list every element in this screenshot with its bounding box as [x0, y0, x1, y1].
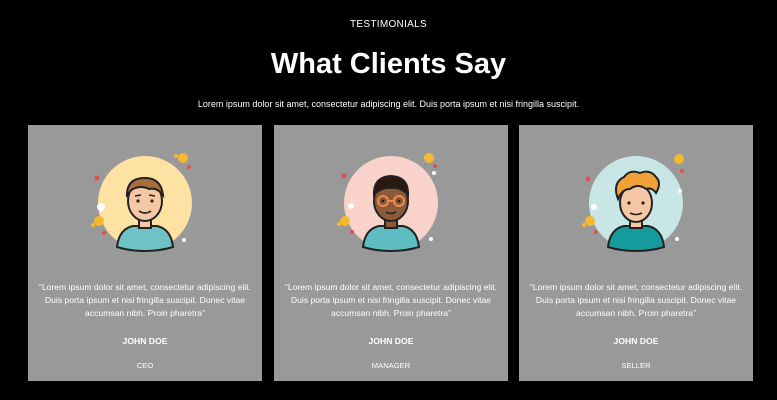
testimonial-name: JOHN DOE: [368, 336, 414, 346]
testimonial-card: “Lorem ipsum dolor sit amet, consectetur…: [28, 125, 262, 381]
testimonial-role: SELLER: [621, 361, 651, 370]
testimonial-card: “Lorem ipsum dolor sit amet, consectetur…: [274, 125, 508, 381]
testimonial-name: JOHN DOE: [613, 336, 659, 346]
testimonial-name: JOHN DOE: [122, 336, 168, 346]
section-eyebrow: TESTIMONIALS: [350, 19, 427, 30]
testimonials-section: TESTIMONIALS What Clients Say Lorem ipsu…: [0, 0, 777, 400]
man-orange-hair-avatar-icon: [576, 143, 696, 263]
testimonial-role: CEO: [136, 361, 154, 370]
section-subtitle: Lorem ipsum dolor sit amet, consectetur …: [197, 99, 580, 109]
testimonial-quote: “Lorem ipsum dolor sit amet, consectetur…: [529, 282, 743, 318]
testimonial-role: MANAGER: [371, 361, 411, 370]
testimonial-card: “Lorem ipsum dolor sit amet, consectetur…: [519, 125, 753, 381]
testimonial-quote: “Lorem ipsum dolor sit amet, consectetur…: [284, 282, 498, 318]
section-title: What Clients Say: [270, 48, 507, 80]
man-brown-hair-avatar-icon: [85, 143, 205, 263]
man-glasses-avatar-icon: [331, 143, 451, 263]
testimonial-quote: “Lorem ipsum dolor sit amet, consectetur…: [38, 282, 252, 318]
testimonial-cards: “Lorem ipsum dolor sit amet, consectetur…: [28, 125, 753, 381]
